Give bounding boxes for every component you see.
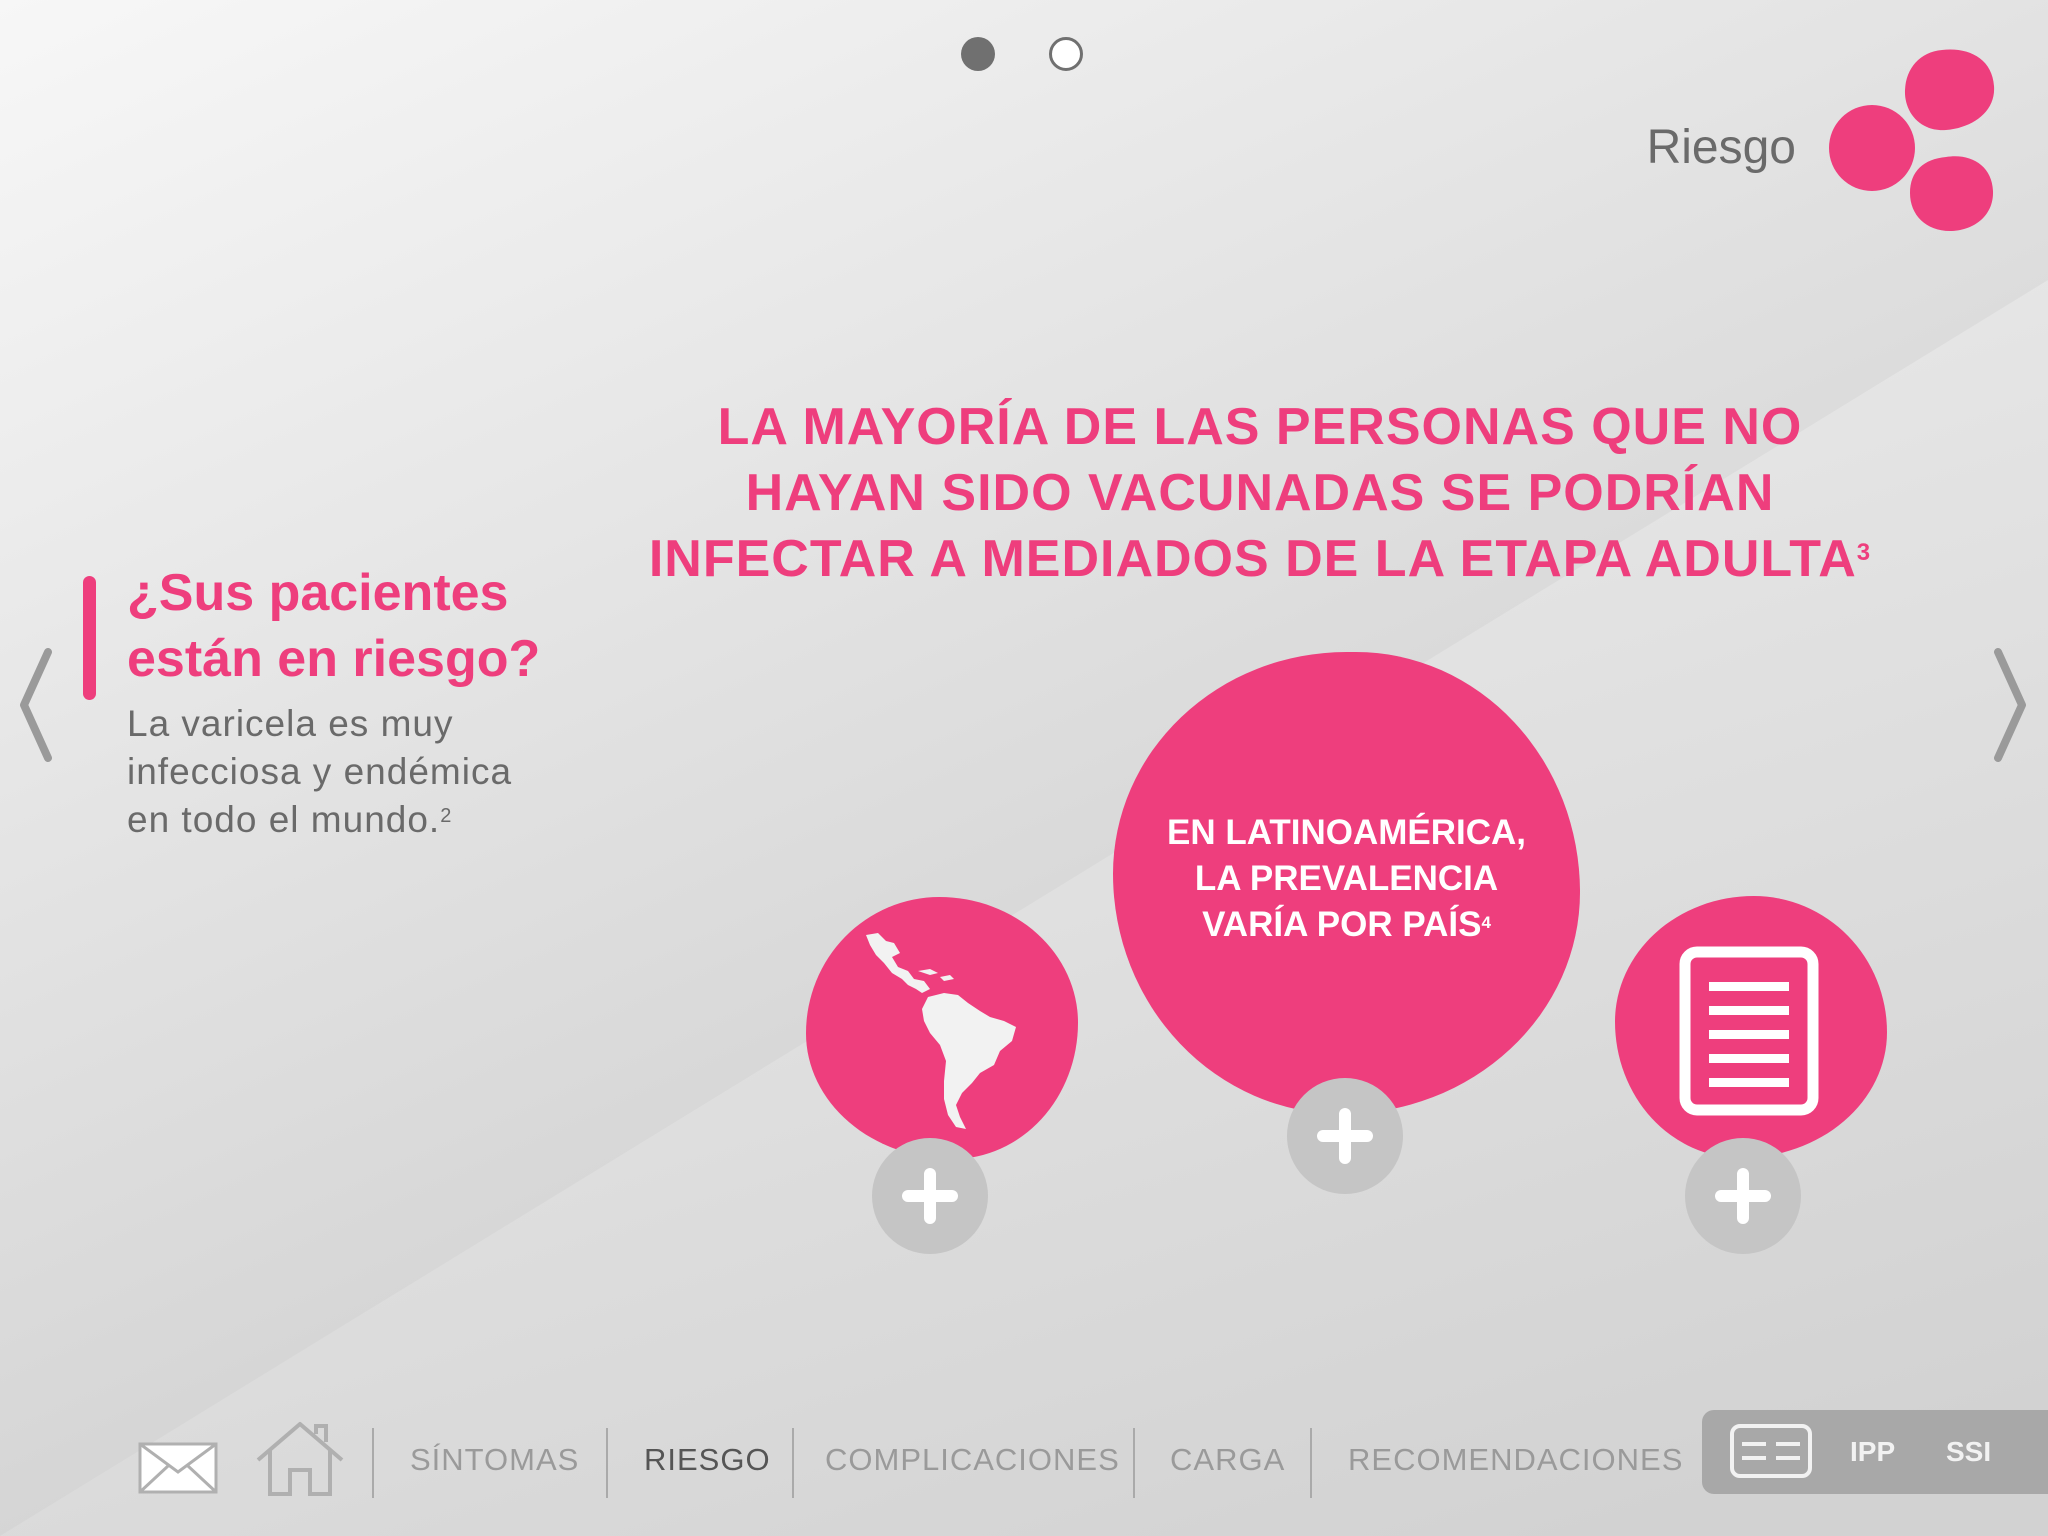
ssi-button[interactable]: SSI xyxy=(1946,1436,1991,1468)
nav-carga[interactable]: CARGA xyxy=(1170,1442,1285,1478)
nav-separator xyxy=(372,1428,374,1498)
previous-arrow-icon[interactable] xyxy=(16,648,56,768)
intro-question-line-1: ¿Sus pacientes xyxy=(127,564,509,622)
home-icon[interactable] xyxy=(254,1420,346,1503)
intro-body: La varicela es muy infecciosa y endémica… xyxy=(127,700,607,844)
brand-logo xyxy=(1820,45,2010,245)
nav-recomendaciones[interactable]: RECOMENDACIONES xyxy=(1348,1442,1683,1478)
latin-america-card[interactable] xyxy=(806,897,1078,1159)
prevalence-line-3-text: VARÍA POR PAÍS xyxy=(1202,905,1482,944)
intro-body-line-2: infecciosa y endémica xyxy=(127,751,513,792)
nav-complicaciones[interactable]: COMPLICACIONES xyxy=(825,1442,1120,1478)
nav-separator xyxy=(1133,1428,1135,1498)
document-expand-plus-icon[interactable] xyxy=(1685,1138,1801,1254)
prevalence-expand-plus-icon[interactable] xyxy=(1287,1078,1403,1194)
prevalence-card[interactable]: EN LATINOAMÉRICA, LA PREVALENCIA VARÍA P… xyxy=(1113,652,1580,1114)
intro-body-line-3-text: en todo el mundo. xyxy=(127,799,441,840)
section-title: Riesgo xyxy=(1646,121,1796,174)
headline-ref: 3 xyxy=(1856,539,1872,566)
mail-icon[interactable] xyxy=(138,1442,218,1499)
nav-separator xyxy=(1310,1428,1312,1498)
intro-body-line-1: La varicela es muy xyxy=(127,703,454,744)
prevalence-line-2: LA PREVALENCIA xyxy=(1194,859,1499,898)
ipp-button[interactable]: IPP xyxy=(1850,1436,1895,1468)
tools-panel: IPP SSI xyxy=(1702,1410,2048,1494)
next-arrow-icon[interactable] xyxy=(1990,648,2030,768)
headline-line-1: LA MAYORÍA DE LAS PERSONAS QUE NO xyxy=(717,398,1803,456)
pager-dot-2[interactable] xyxy=(1049,37,1083,71)
map-expand-plus-icon[interactable] xyxy=(872,1138,988,1254)
pager-dot-1[interactable] xyxy=(961,37,995,71)
nav-riesgo[interactable]: RIESGO xyxy=(644,1442,771,1478)
nav-separator xyxy=(606,1428,608,1498)
intro-body-ref: 2 xyxy=(440,805,453,827)
headline-line-3: INFECTAR A MEDIADOS DE LA ETAPA ADULTA3 xyxy=(600,526,1920,592)
prevalence-line-3: VARÍA POR PAÍS4 xyxy=(1113,902,1580,948)
prevalence-ref: 4 xyxy=(1481,913,1491,932)
prevalence-line-1: EN LATINOAMÉRICA, xyxy=(1166,813,1527,852)
intro-accent-bar xyxy=(83,576,96,700)
headline: LA MAYORÍA DE LAS PERSONAS QUE NO HAYAN … xyxy=(600,394,1920,592)
prevalence-text: EN LATINOAMÉRICA, LA PREVALENCIA VARÍA P… xyxy=(1113,810,1580,948)
latin-america-map-icon xyxy=(866,933,1016,1129)
document-card[interactable] xyxy=(1615,896,1887,1158)
intro-question: ¿Sus pacientes están en riesgo? xyxy=(127,560,647,692)
headline-line-2: HAYAN SIDO VACUNADAS SE PODRÍAN xyxy=(745,464,1775,522)
nav-sintomas[interactable]: SÍNTOMAS xyxy=(410,1442,579,1478)
references-icon[interactable] xyxy=(1730,1424,1812,1483)
intro-body-line-3: en todo el mundo.2 xyxy=(127,796,607,844)
intro-question-line-2: están en riesgo? xyxy=(127,630,541,688)
headline-line-3-text: INFECTAR A MEDIADOS DE LA ETAPA ADULTA xyxy=(648,530,1857,588)
nav-separator xyxy=(792,1428,794,1498)
document-icon xyxy=(1679,946,1819,1116)
